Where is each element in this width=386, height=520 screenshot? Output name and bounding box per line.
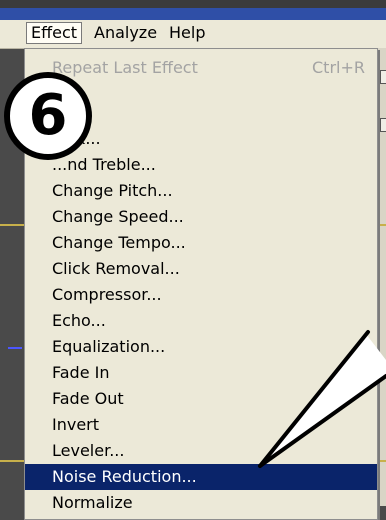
background-control	[380, 70, 386, 84]
menu-analyze[interactable]: Analyze	[90, 23, 161, 43]
background-control	[380, 118, 386, 132]
menu-effect[interactable]: Effect	[26, 22, 83, 44]
menu-item-echo[interactable]: Echo...	[25, 308, 377, 334]
menu-item-normalize[interactable]: Normalize	[25, 490, 377, 516]
menu-item-label: Invert	[52, 415, 100, 434]
step-number: 6	[28, 83, 68, 148]
menu-item-label: Click Removal...	[52, 259, 180, 278]
menu-bar: Effect Analyze Help	[0, 20, 386, 49]
menu-item-label: Normalize	[52, 493, 133, 512]
menu-item-label: Equalization...	[52, 337, 166, 356]
menu-item-equalization[interactable]: Equalization...	[25, 334, 377, 360]
menu-item-label: Noise Reduction...	[52, 467, 197, 486]
menu-item-label: Change Tempo...	[52, 233, 186, 252]
menu-item-label: Fade Out	[52, 389, 124, 408]
menu-item-fade-out[interactable]: Fade Out	[25, 386, 377, 412]
menu-item-label: Compressor...	[52, 285, 162, 304]
menu-item-shortcut: Ctrl+R	[312, 58, 365, 77]
background-window-edge	[378, 48, 386, 506]
menu-item-click-removal[interactable]: Click Removal...	[25, 256, 377, 282]
menu-item-label: Change Pitch...	[52, 181, 173, 200]
menu-item-repeat-last-effect[interactable]: Repeat Last Effect Ctrl+R	[25, 55, 377, 81]
menu-item-label: Repeat Last Effect	[52, 58, 198, 77]
menu-item-label: Leveler...	[52, 441, 125, 460]
step-number-badge: 6	[4, 72, 92, 160]
menu-item-fade-in[interactable]: Fade In	[25, 360, 377, 386]
menu-item-label: Fade In	[52, 363, 110, 382]
menu-item-noise-reduction[interactable]: Noise Reduction...	[25, 464, 377, 490]
waveform-fragment	[8, 347, 22, 349]
menu-item-change-speed[interactable]: Change Speed...	[25, 204, 377, 230]
menu-item-label: Change Speed...	[52, 207, 184, 226]
menu-item-invert[interactable]: Invert	[25, 412, 377, 438]
menu-help[interactable]: Help	[165, 23, 209, 43]
menu-item-label: Echo...	[52, 311, 106, 330]
menu-item-compressor[interactable]: Compressor...	[25, 282, 377, 308]
menu-item-leveler[interactable]: Leveler...	[25, 438, 377, 464]
window-title-bar	[0, 8, 386, 20]
menu-item-label: ...nd Treble...	[52, 155, 156, 174]
menu-item-bass-and-treble[interactable]: ...nd Treble...	[25, 152, 377, 178]
menu-item-change-pitch[interactable]: Change Pitch...	[25, 178, 377, 204]
menu-item-change-tempo[interactable]: Change Tempo...	[25, 230, 377, 256]
